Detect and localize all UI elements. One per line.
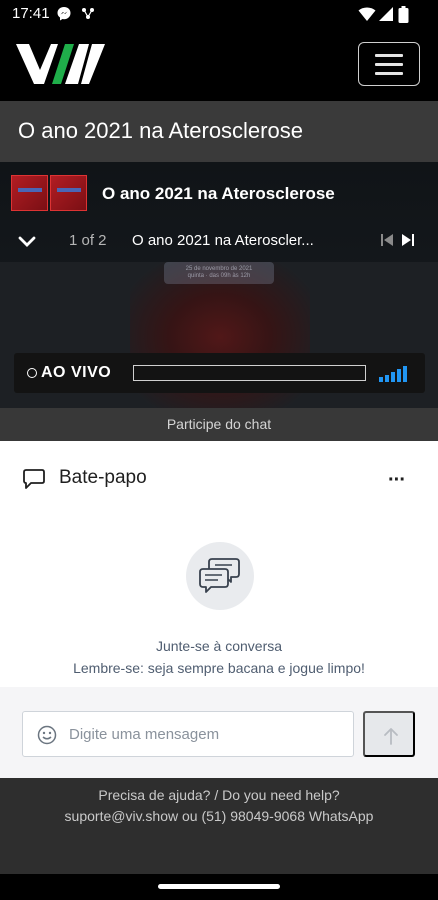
video-player[interactable]: 25 de novembro de 2021 quinta · das 09h … (0, 162, 438, 408)
hamburger-menu-button[interactable] (358, 42, 420, 86)
live-label: AO VIVO (41, 364, 112, 381)
chat-header: Bate-papo ··· (0, 441, 438, 515)
chat-empty-state: Junte-se à conversa Lembre-se: seja semp… (0, 515, 438, 687)
message-input[interactable] (69, 720, 345, 748)
live-progress-bar[interactable] (133, 365, 366, 381)
chat-panel: Bate-papo ··· Junte-se à conversa Lembre… (0, 441, 438, 778)
skip-previous-icon[interactable] (380, 233, 394, 252)
skip-next-icon[interactable] (401, 233, 415, 252)
live-indicator-icon (27, 368, 37, 378)
more-options-icon[interactable]: ··· (388, 469, 406, 492)
message-input-box[interactable] (22, 711, 354, 757)
arrow-up-icon (384, 728, 398, 745)
chat-empty-hint: Lembre-se: seja sempre bacana e jogue li… (73, 660, 365, 676)
chat-title: Bate-papo (59, 467, 147, 488)
viv-logo[interactable] (16, 40, 106, 93)
help-heading: Precisa de ajuda? / Do you need help? (98, 787, 340, 803)
wifi-icon (358, 6, 376, 27)
now-playing-title: O ano 2021 na Aterosclerose (102, 184, 335, 203)
playlist-counter: 1 of 2 (69, 232, 107, 249)
video-slide-date: 25 de novembro de 2021 quinta · das 09h … (164, 262, 274, 284)
app-header (0, 28, 438, 101)
cell-signal-icon (378, 6, 394, 27)
send-button[interactable] (363, 711, 415, 757)
battery-icon (398, 6, 409, 28)
status-time: 17:41 (12, 5, 50, 22)
playlist-thumbnail (50, 175, 87, 211)
messenger-icon (56, 6, 72, 27)
emoji-icon[interactable] (37, 725, 57, 750)
chevron-down-icon[interactable] (18, 235, 36, 253)
help-footer: Precisa de ajuda? / Do you need help? su… (0, 778, 438, 874)
help-contact[interactable]: suporte@viv.show ou (51) 98049-9068 What… (0, 808, 438, 824)
network-icon (80, 6, 96, 27)
status-bar: 17:41 (0, 0, 438, 28)
hamburger-menu-icon (375, 54, 403, 57)
playlist-thumbnails[interactable] (11, 175, 87, 211)
chat-conversation-icon (186, 542, 254, 610)
chat-empty-heading: Junte-se à conversa (155, 638, 283, 654)
home-gesture-handle[interactable] (158, 884, 280, 889)
system-nav-bar (0, 874, 438, 900)
chat-composer (0, 687, 438, 778)
page-title-bar: O ano 2021 na Aterosclerose (0, 101, 438, 162)
join-chat-link[interactable]: Participe do chat (0, 408, 438, 441)
live-control-bar: AO VIVO (14, 353, 425, 393)
playlist-thumbnail (11, 175, 48, 211)
page-title: O ano 2021 na Aterosclerose (18, 118, 303, 143)
playlist-track-title: O ano 2021 na Ateroscler... (132, 232, 314, 249)
signal-bars-icon[interactable] (379, 364, 413, 387)
chat-bubble-icon (22, 467, 46, 496)
